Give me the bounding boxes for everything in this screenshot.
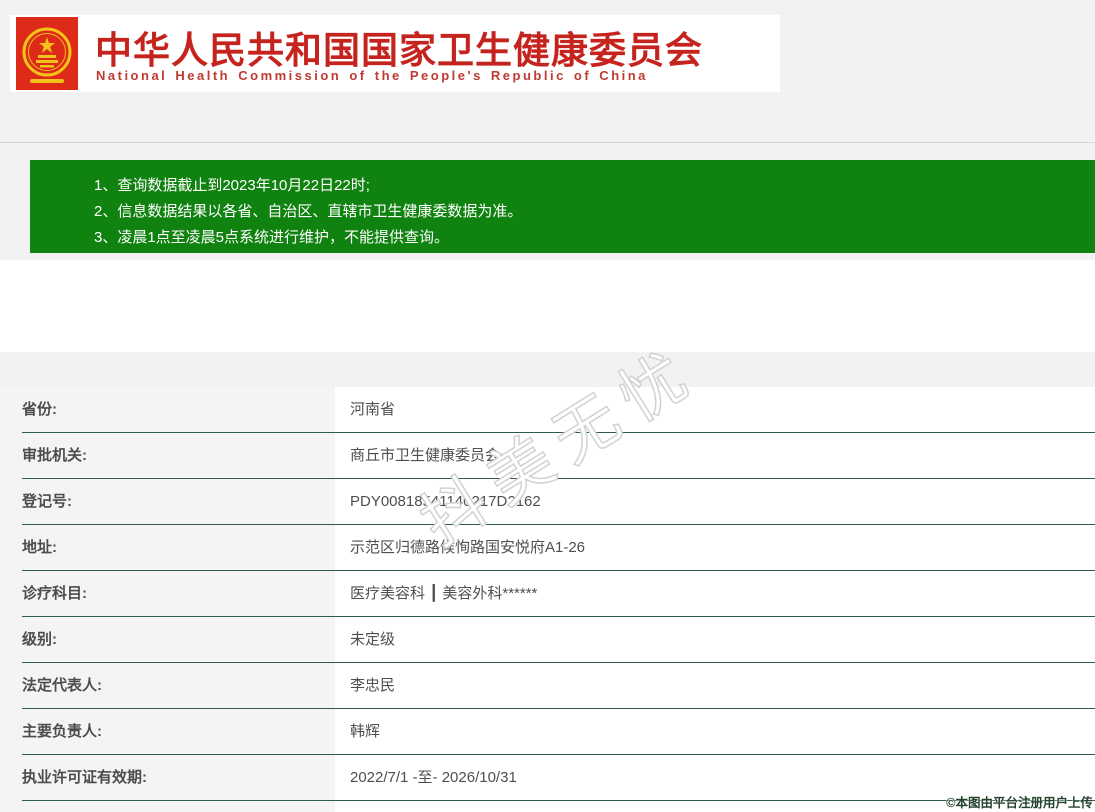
- field-label: 级别:: [22, 617, 57, 663]
- field-label: 法定代表人:: [22, 663, 102, 709]
- notice-line-2: 2、信息数据结果以各省、自治区、直辖市卫生健康委数据为准。: [94, 199, 1095, 225]
- china-national-emblem-icon: [16, 17, 78, 90]
- page: 中华人民共和国国家卫生健康委员会 National Health Commiss…: [0, 0, 1095, 812]
- table-row: 执业许可证有效期: 2022/7/1 -至- 2026/10/31: [0, 755, 1095, 801]
- field-value: 韩辉: [350, 709, 380, 755]
- copyright-note: ©本图由平台注册用户上传: [946, 792, 1093, 811]
- field-value: 未定级: [350, 617, 395, 663]
- table-row: 诊疗科目: 医疗美容科 ┃ 美容外科******: [0, 571, 1095, 617]
- field-label: 地址:: [22, 525, 57, 571]
- field-label: 执业许可证有效期:: [22, 755, 147, 801]
- field-value: 医疗美容科 ┃ 美容外科******: [350, 571, 537, 617]
- field-value: 商丘市卫生健康委员会: [350, 433, 500, 479]
- table-row: 登记号: PDY00818541140217D2162: [0, 479, 1095, 525]
- field-label: 登记号:: [22, 479, 72, 525]
- site-title-english: National Health Commission of the People…: [96, 68, 648, 83]
- field-value: 李忠民: [350, 663, 395, 709]
- field-label: 省份:: [22, 387, 57, 433]
- site-title-chinese: 中华人民共和国国家卫生健康委员会: [95, 20, 703, 74]
- table-row: 省份: 河南省: [0, 387, 1095, 433]
- table-row: 审批机关: 商丘市卫生健康委员会: [0, 433, 1095, 479]
- field-value: 河南省: [350, 387, 395, 433]
- site-header: 中华人民共和国国家卫生健康委员会 National Health Commiss…: [10, 15, 780, 92]
- field-value: 示范区归德路候恂路国安悦府A1-26: [350, 525, 585, 571]
- field-label: 审批机关:: [22, 433, 87, 479]
- notice-box: 1、查询数据截止到2023年10月22日22时; 2、信息数据结果以各省、自治区…: [30, 160, 1095, 253]
- title-block: 商丘市城乡一体化示范区商美医疗美容诊所: [0, 260, 1095, 352]
- table-row: 主要负责人: 韩辉: [0, 709, 1095, 755]
- notice-line-1: 1、查询数据截止到2023年10月22日22时;: [94, 173, 1095, 199]
- field-label: 诊疗科目:: [22, 571, 87, 617]
- table-row: 法定代表人: 李忠民: [0, 663, 1095, 709]
- header-divider: [0, 142, 1095, 143]
- info-table: 省份: 河南省 审批机关: 商丘市卫生健康委员会 登记号: PDY0081854…: [0, 387, 1095, 812]
- table-row: 地址: 示范区归德路候恂路国安悦府A1-26: [0, 525, 1095, 571]
- table-row: 级别: 未定级: [0, 617, 1095, 663]
- field-value: 2022/7/1 -至- 2026/10/31: [350, 755, 517, 801]
- field-label: 主要负责人:: [22, 709, 102, 755]
- field-value: PDY00818541140217D2162: [350, 479, 541, 525]
- notice-line-3: 3、凌晨1点至凌晨5点系统进行维护，不能提供查询。: [94, 225, 1095, 251]
- row-divider: [22, 800, 1095, 801]
